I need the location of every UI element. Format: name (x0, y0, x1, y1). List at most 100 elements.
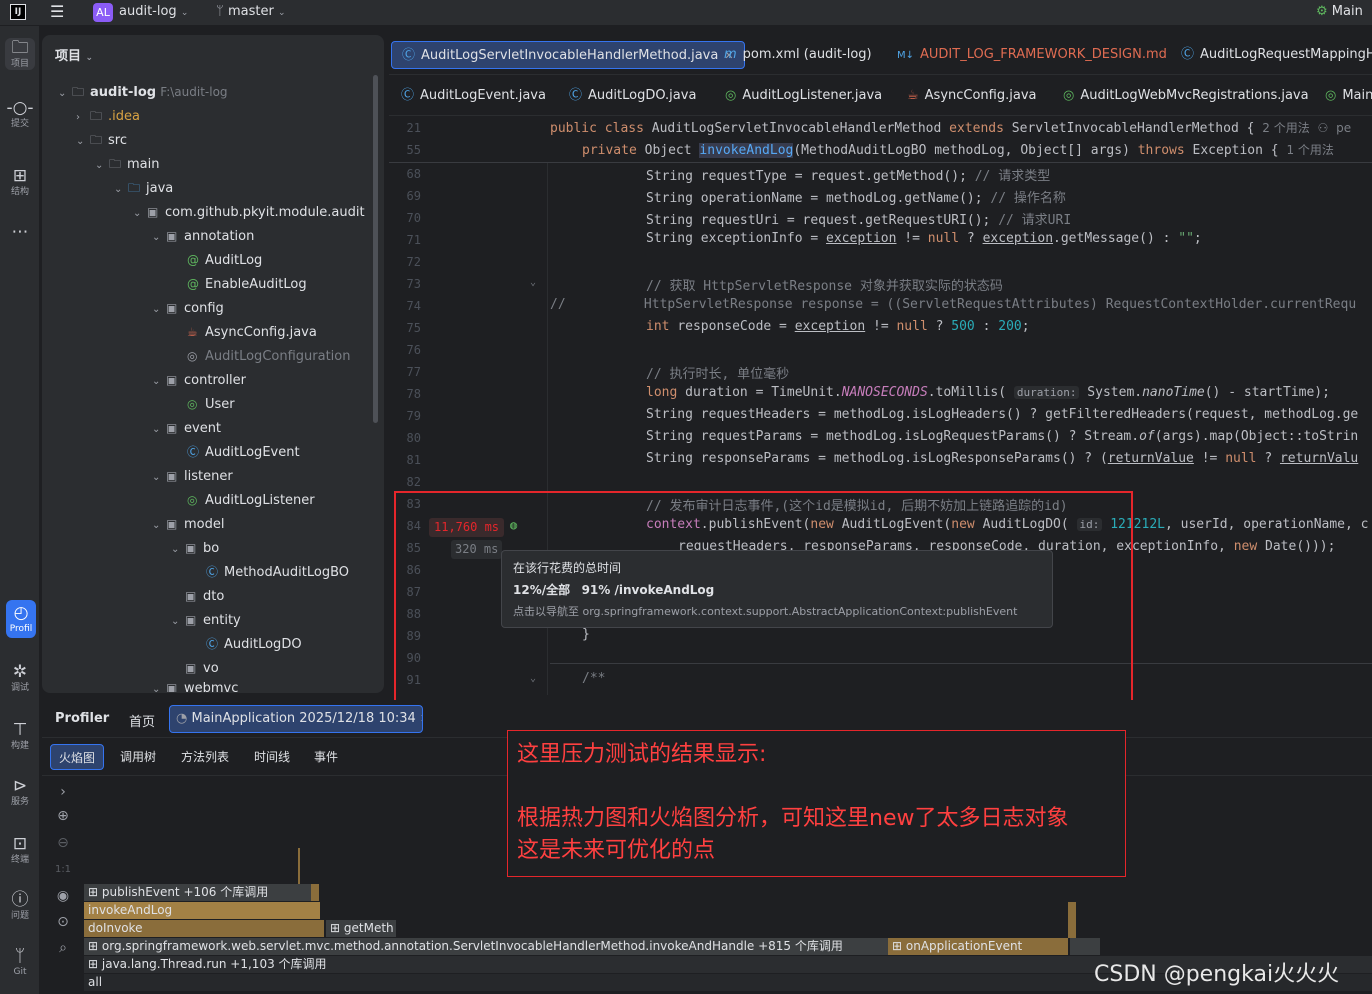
tree-item[interactable]: ⌄ ▣ event (152, 416, 221, 440)
tree-item[interactable]: ▣ dto (171, 584, 224, 608)
package-icon: ▣ (185, 661, 197, 675)
tree-item[interactable]: ⌄ ▣ controller (152, 368, 246, 392)
tree-item[interactable]: ⌄ ▣ model (152, 512, 224, 536)
branch-name: master (227, 4, 274, 19)
project-switcher[interactable]: audit-log ⌄ (119, 4, 188, 19)
flame-frame-on-application-event[interactable]: ⊞ onApplicationEvent (888, 938, 1068, 955)
tree-item[interactable]: ◎ AuditLogConfiguration (173, 344, 350, 368)
tab-pom[interactable]: m pom.xml (audit-log) (714, 41, 882, 69)
chevron-down-icon: ⌄ (76, 136, 85, 147)
main-menu-icon[interactable]: ☰ (50, 2, 64, 21)
close-icon[interactable]: ✕ (420, 712, 422, 725)
commit-icon: -○- (6, 98, 34, 118)
tool-services[interactable]: ⊳ 服务 (0, 776, 40, 808)
tree-item[interactable]: ⌄ ▣ annotation (152, 224, 254, 248)
project-panel-header[interactable]: 项目 ⌄ (55, 45, 93, 64)
flame-frame-publish-event[interactable]: ⊞ publishEvent +106 个库调用 (84, 884, 318, 901)
tool-build[interactable]: ⊤ 构建 (0, 720, 40, 752)
expand-icon[interactable]: › (50, 784, 76, 800)
eye-icon[interactable]: ◉ (50, 888, 76, 904)
tool-git[interactable]: ᛘ Git (0, 946, 40, 978)
tab-design-md[interactable]: M↓ AUDIT_LOG_FRAMEWORK_DESIGN.md (887, 41, 1177, 69)
tree-scrollbar[interactable] (373, 75, 378, 423)
tree-item[interactable]: ⌄ ▣ com.github.pkyit.module.audit (133, 200, 365, 224)
tree-item[interactable]: ☕ AsyncConfig.java (173, 320, 317, 344)
profiler-home-tab[interactable]: 首页 (129, 711, 155, 730)
flame-frame-invoke-and-handle[interactable]: ⊞ org.springframework.web.servlet.mvc.me… (84, 938, 888, 955)
tree-item[interactable]: ⌄ 🗀 java (114, 176, 173, 200)
flame-frame-invoke-and-log[interactable]: invokeAndLog (84, 902, 320, 919)
flame-frame-get-method[interactable]: ⊞ getMeth (326, 920, 396, 937)
tree-item[interactable]: Ⓒ AuditLogEvent (173, 440, 300, 464)
tool-profiler[interactable]: ◴ Profil (6, 600, 36, 638)
expand-icon: ⊞ (892, 939, 903, 953)
tool-commit[interactable]: -○- 提交 (0, 98, 40, 130)
java-file-icon: ☕ (187, 325, 198, 339)
tab-audit-log-event[interactable]: Ⓒ AuditLogEvent.java (391, 82, 556, 110)
annotation-line-1: 这里压力测试的结果显示: (517, 742, 767, 767)
tab-timeline[interactable]: 时间线 (246, 744, 298, 770)
tool-project[interactable]: 🗀 项目 (5, 38, 35, 70)
profiler-session-tab[interactable]: ◔ MainApplication 2025/12/18 10:34 ✕ (169, 705, 423, 733)
flame-frame-thin[interactable] (311, 884, 319, 901)
tab-events[interactable]: 事件 (306, 744, 346, 770)
tab-request-mapping[interactable]: Ⓒ AuditLogRequestMappingHar (1171, 41, 1372, 69)
tool-problems[interactable]: ⓘ 问题 (0, 890, 40, 922)
run-config-selector[interactable]: ⚙ Main (1316, 4, 1363, 19)
tab-flame-graph[interactable]: 火焰图 (50, 744, 105, 770)
tree-item[interactable]: @ AuditLog (173, 248, 262, 272)
tree-item[interactable]: ◎ User (173, 392, 235, 416)
config-class-icon: ◎ (187, 349, 198, 363)
run-config-name: Main (1331, 4, 1363, 19)
expand-icon: ⊞ (330, 921, 341, 935)
tree-item[interactable]: Ⓒ MethodAuditLogBO (192, 560, 349, 584)
package-icon: ▣ (166, 421, 178, 435)
tab-call-tree[interactable]: 调用树 (112, 744, 164, 770)
tree-item[interactable]: ⌄ ▣ listener (152, 464, 233, 488)
flame-frame-thin[interactable] (1070, 938, 1100, 955)
flame-frame-do-invoke[interactable]: doInvoke (84, 920, 324, 937)
tab-async-config[interactable]: ☕ AsyncConfig.java (897, 82, 1046, 110)
zoom-reset-label[interactable]: 1:1 (50, 864, 76, 875)
tree-item[interactable]: ⌄ ▣ config (152, 296, 224, 320)
tool-structure[interactable]: ⊞ 结构 (0, 166, 40, 198)
package-icon: ▣ (166, 469, 178, 483)
tree-item[interactable]: ⌄ 🗀 src (76, 128, 127, 152)
tab-method-list[interactable]: 方法列表 (173, 744, 237, 770)
tree-item[interactable]: › 🗀 .idea (76, 104, 140, 128)
zoom-out-icon[interactable]: ⊖ (50, 835, 76, 851)
ide-logo-icon[interactable]: IJ (10, 4, 26, 20)
fold-icon[interactable]: ⌄ (530, 277, 536, 288)
package-icon: ▣ (166, 517, 178, 531)
chevron-down-icon: ⌄ (152, 232, 161, 243)
tool-debug[interactable]: ✲ 调试 (0, 662, 40, 694)
spring-bean-icon: ◎ (1063, 88, 1075, 103)
tab-audit-log-do[interactable]: Ⓒ AuditLogDO.java (559, 82, 706, 110)
flame-thin-bar (298, 848, 300, 884)
tool-terminal[interactable]: ⊡ 终端 (0, 834, 40, 866)
branch-switcher[interactable]: ᛘ master ⌄ (216, 4, 285, 19)
line-number: 70 (406, 211, 421, 225)
zoom-in-icon[interactable]: ⊕ (50, 808, 76, 824)
tree-item[interactable]: ◎ AuditLogListener (173, 488, 315, 512)
tab-audit-log-listener[interactable]: ◎ AuditLogListener.java (715, 82, 892, 110)
tree-item[interactable]: Ⓒ AuditLogDO (192, 632, 302, 656)
tree-item[interactable]: @ EnableAuditLog (173, 272, 307, 296)
camera-icon[interactable]: ⊙ (50, 914, 76, 930)
package-icon: ▣ (185, 541, 197, 555)
tree-item[interactable]: ⌄ ▣ webmvc (152, 680, 238, 692)
tab-webmvc-registrations[interactable]: ◎ AuditLogWebMvcRegistrations.java (1053, 82, 1319, 110)
more-tools-icon[interactable]: ⋯ (0, 222, 40, 242)
usage-count[interactable]: 2 个用法 (1262, 121, 1309, 135)
tab-main[interactable]: ◎ Main (1315, 82, 1372, 110)
tree-item[interactable]: ⌄ ▣ entity (171, 608, 241, 632)
tab-servlet-handler[interactable]: Ⓒ AuditLogServletInvocableHandlerMethod.j… (391, 41, 745, 69)
tree-item[interactable]: ⌄ 🗀 main (95, 152, 159, 176)
hammer-icon: ⊤ (12, 720, 28, 740)
tree-item[interactable]: ▣ vo (171, 656, 219, 680)
tree-root[interactable]: ⌄ 🗀 audit-log F:\audit-log (58, 80, 228, 104)
annotation-icon: @ (187, 253, 199, 267)
tree-item[interactable]: ⌄ ▣ bo (171, 536, 219, 560)
usage-count[interactable]: 1 个用法 (1286, 143, 1333, 157)
search-icon[interactable]: ⌕ (50, 940, 76, 956)
